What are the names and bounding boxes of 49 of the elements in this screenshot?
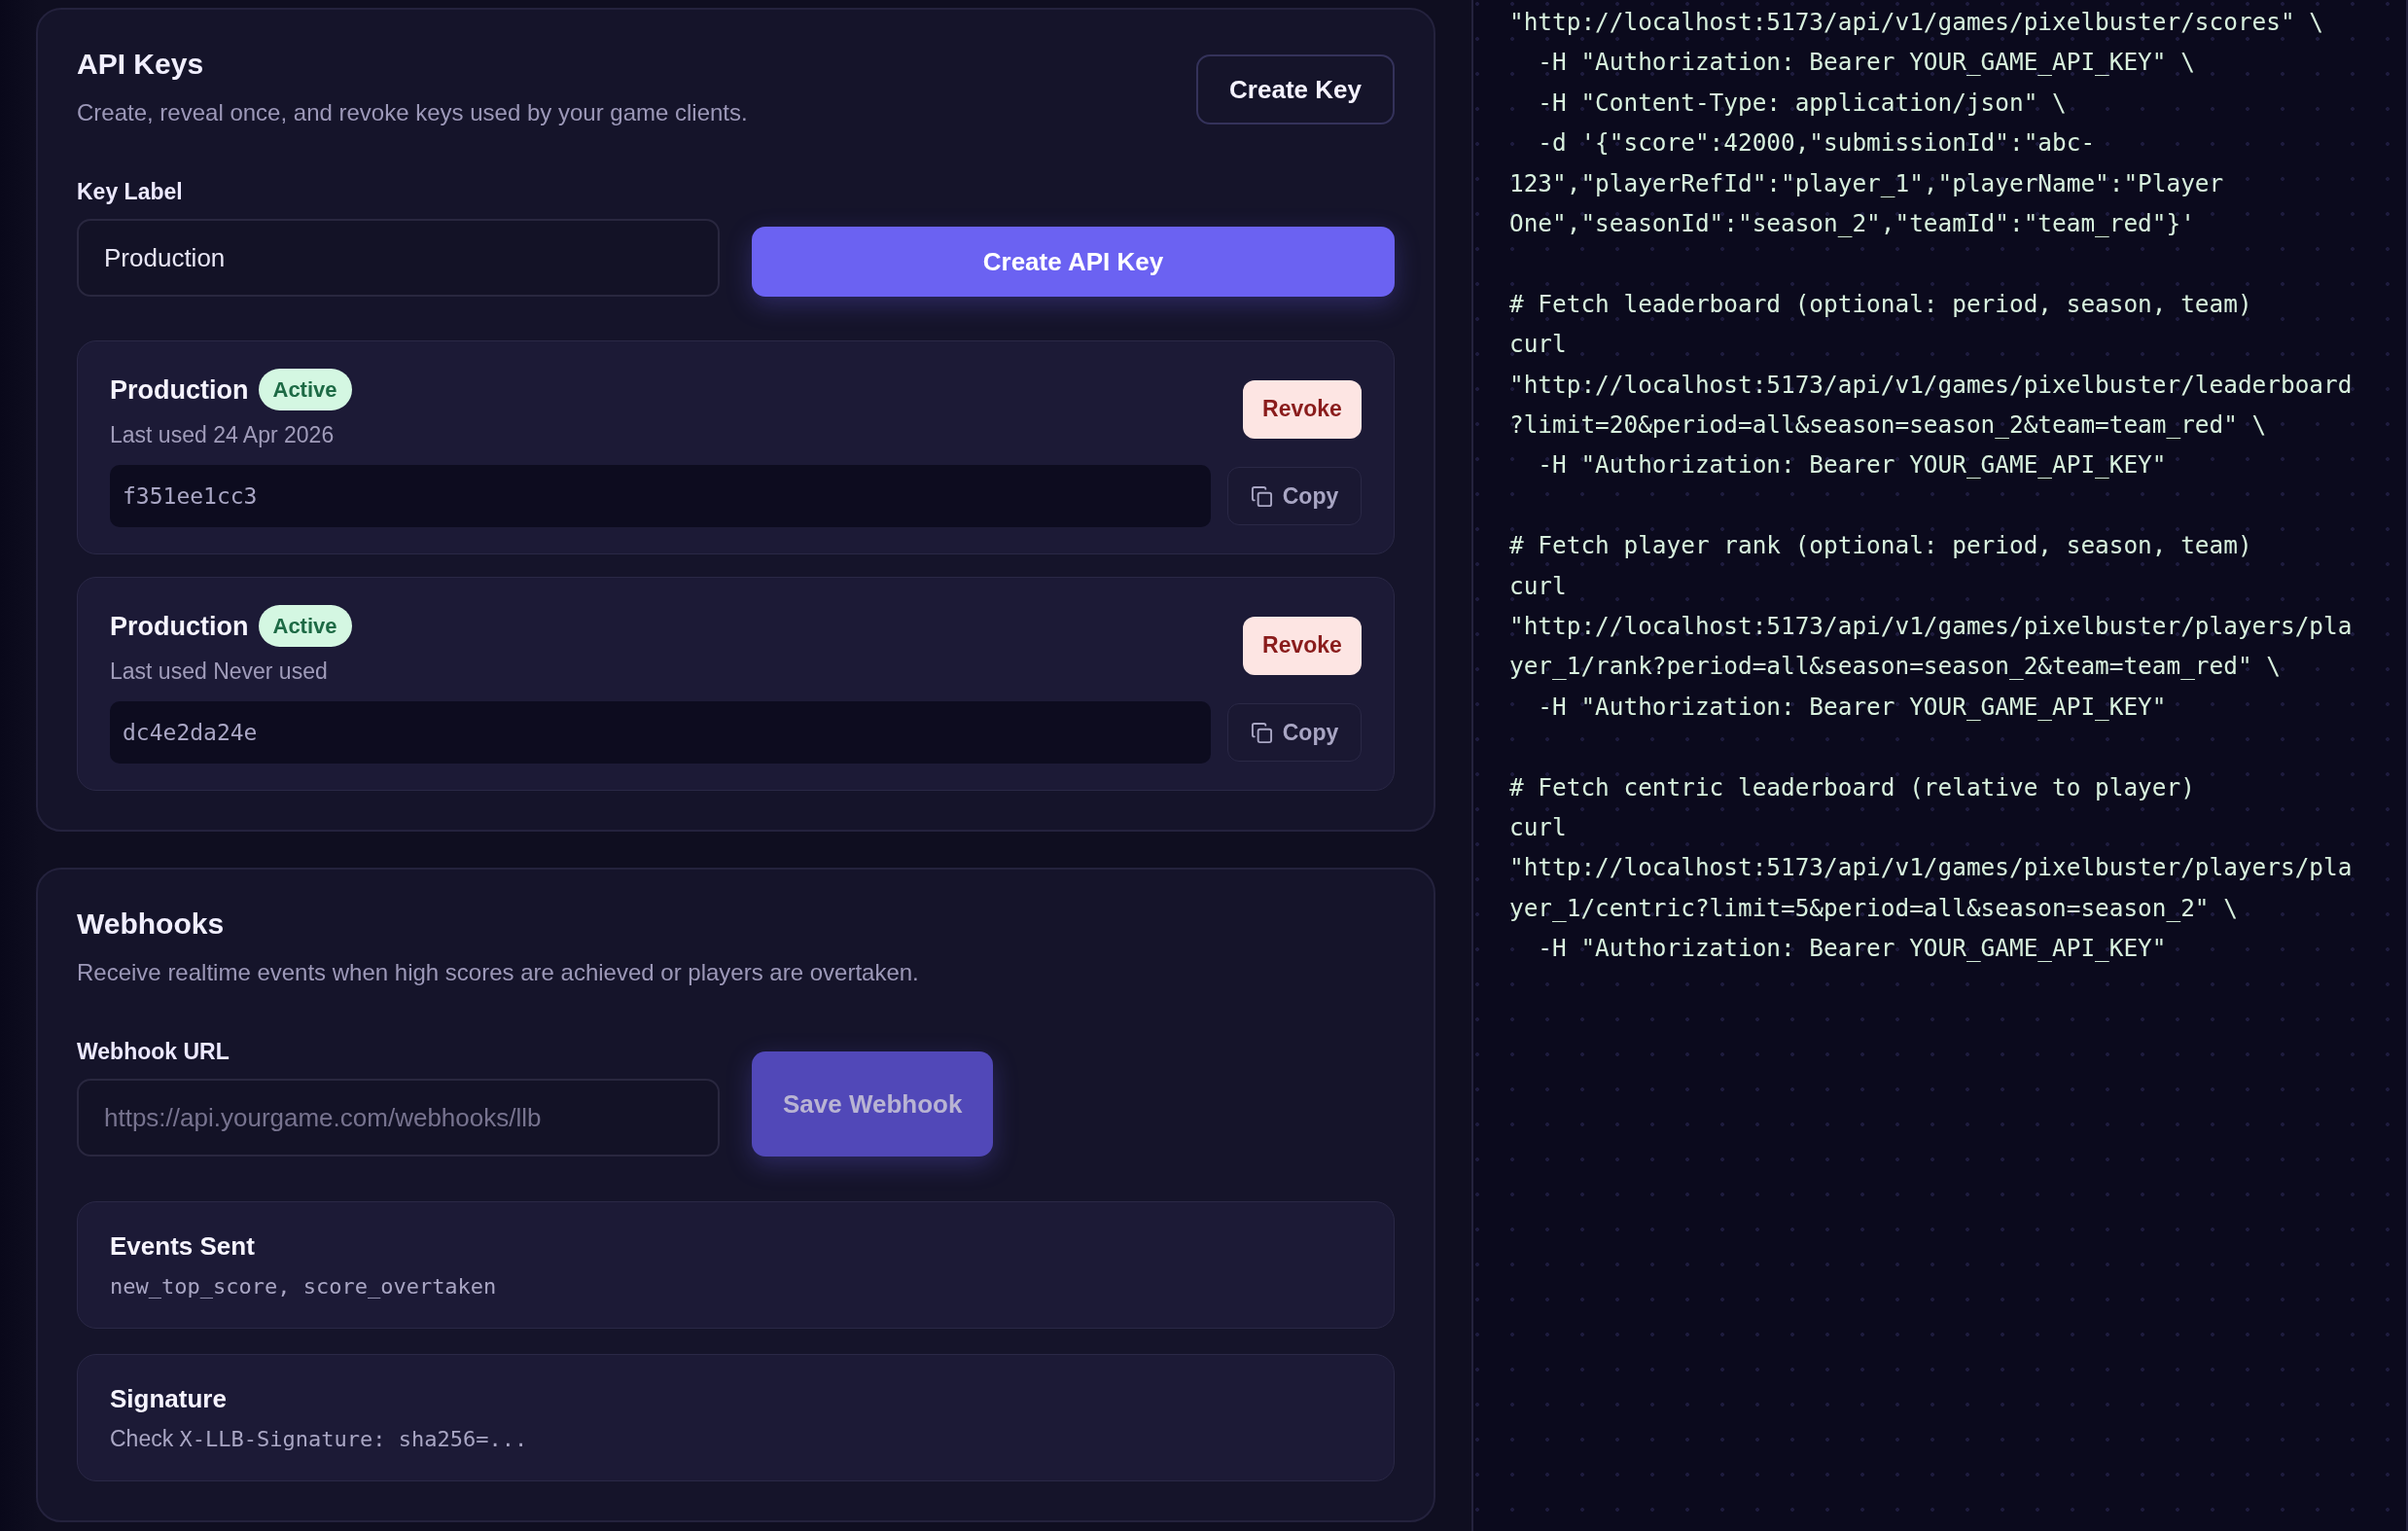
code-line: -H "Authorization: Bearer YOUR_GAME_API_KEY" \ bbox=[1537, 47, 2195, 79]
key-name: Production bbox=[110, 610, 249, 643]
field-label: Webhook URL bbox=[77, 1038, 230, 1065]
code-line: # Fetch centric leaderboard (relative to player) bbox=[1509, 771, 2195, 803]
last-used-text: Last used Never used bbox=[110, 658, 329, 686]
code-line: One","seasonId":"season_2","teamId":"team_red"}' bbox=[1509, 208, 2195, 240]
key-name: Production bbox=[110, 374, 249, 407]
api-key-display: f351ee1cc3 bbox=[110, 465, 1211, 527]
code-line: yer_1/rank?period=all&season=season_2&team=team_red" \ bbox=[1509, 651, 2281, 683]
create-api-key-button[interactable]: Create API Key bbox=[752, 227, 1395, 297]
code-line: curl bbox=[1509, 329, 1567, 361]
copy-button[interactable]: Copy bbox=[1227, 467, 1362, 525]
code-line: ?limit=20&period=all&season=season_2&team=team_red" \ bbox=[1509, 409, 2267, 442]
copy-button[interactable]: Copy bbox=[1227, 703, 1362, 762]
field-label: Key Label bbox=[77, 178, 184, 205]
code-line: -H "Authorization: Bearer YOUR_GAME_API_KEY" bbox=[1537, 933, 2167, 965]
code-line: yer_1/centric?limit=5&period=all&season=season_2" \ bbox=[1509, 892, 2238, 924]
code-line: # Fetch player rank (optional: period, season, team) bbox=[1509, 530, 2252, 562]
code-line: curl bbox=[1509, 570, 1567, 602]
section-subtitle: Receive realtime events when high scores are achieved or players are overtaken. bbox=[77, 958, 920, 987]
last-used-text: Last used 24 Apr 2026 bbox=[110, 421, 336, 449]
key-label-input[interactable]: Production bbox=[77, 219, 720, 297]
section-subtitle: Create, reveal once, and revoke keys used by your game clients. bbox=[77, 98, 748, 127]
status-badge: Active bbox=[258, 369, 352, 410]
code-line: "http://localhost:5173/api/v1/games/pixelbuster/leaderboard bbox=[1509, 369, 2353, 401]
info-card-title: Events Sent bbox=[110, 1230, 256, 1262]
info-card-text: new_top_score, score_overtaken bbox=[110, 1273, 498, 1300]
webhook-url-input[interactable]: https://api.yourgame.com/webhooks/llb bbox=[77, 1079, 720, 1157]
section-title: Webhooks bbox=[77, 907, 226, 942]
copy-icon bbox=[1250, 484, 1273, 508]
copy-icon bbox=[1250, 721, 1273, 744]
code-line: -H "Content-Type: application/json" \ bbox=[1537, 87, 2067, 119]
status-badge: Active bbox=[258, 605, 352, 647]
code-line: -H "Authorization: Bearer YOUR_GAME_API_KEY" bbox=[1537, 449, 2167, 481]
code-line: # Fetch leaderboard (optional: period, season, team) bbox=[1509, 288, 2252, 320]
code-line: -H "Authorization: Bearer YOUR_GAME_API_KEY" bbox=[1537, 691, 2167, 723]
section-title: API Keys bbox=[77, 47, 205, 82]
code-line: curl bbox=[1509, 812, 1567, 844]
info-card-title: Signature bbox=[110, 1383, 228, 1414]
code-line: "http://localhost:5173/api/v1/games/pixelbuster/scores" \ bbox=[1509, 7, 2323, 38]
api-key-display: dc4e2da24e bbox=[110, 701, 1211, 764]
revoke-button[interactable]: Revoke bbox=[1243, 616, 1362, 675]
code-line: "http://localhost:5173/api/v1/games/pixelbuster/players/pla bbox=[1509, 611, 2353, 643]
code-line: -d '{"score":42000,"submissionId":"abc- bbox=[1537, 127, 2096, 160]
revoke-button[interactable]: Revoke bbox=[1243, 379, 1362, 439]
code-line: "http://localhost:5173/api/v1/games/pixelbuster/players/pla bbox=[1509, 852, 2353, 884]
create-key-button[interactable]: Create Key bbox=[1196, 54, 1395, 125]
code-line: 123","playerRefId":"player_1","playerName":"Player bbox=[1509, 167, 2224, 199]
info-card-text: Check X-LLB-Signature: sha256=... bbox=[110, 1425, 529, 1453]
